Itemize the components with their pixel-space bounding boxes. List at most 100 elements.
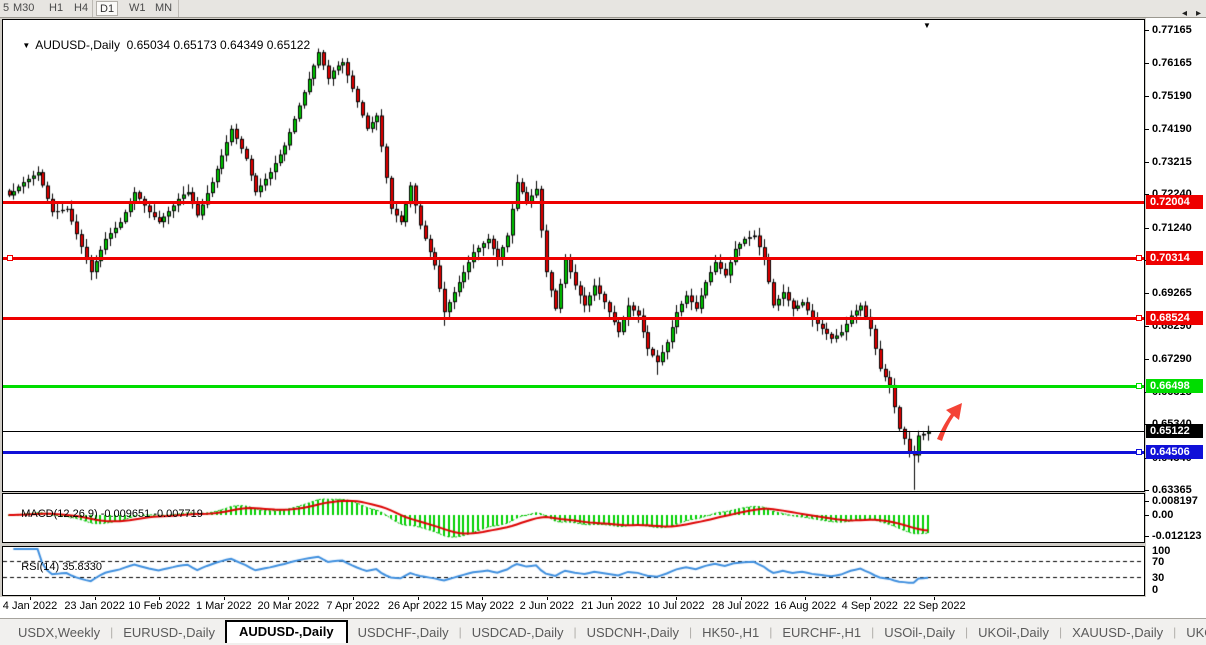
chart-title: ▼ AUDUSD-,Daily 0.65034 0.65173 0.64349 0… xyxy=(9,24,310,66)
price-tick-dash xyxy=(1145,96,1149,97)
macd-tick-label: -0.012123 xyxy=(1152,530,1202,542)
date-label: 2 Jun 2022 xyxy=(520,600,574,612)
chart-tab-bar: USDX,Weekly|EURUSD-,DailyAUDUSD-,DailyUS… xyxy=(0,618,1206,645)
horizontal-level-line[interactable] xyxy=(3,317,1144,320)
timeframe-button-m30[interactable]: M30 xyxy=(10,1,37,16)
price-tick-label: 0.74190 xyxy=(1152,123,1192,135)
date-tick xyxy=(224,597,225,600)
date-axis: 4 Jan 202223 Jan 202210 Feb 20221 Mar 20… xyxy=(0,597,1206,618)
price-line-label: 0.70314 xyxy=(1146,251,1203,265)
macd-tick-label: 0.00 xyxy=(1152,509,1173,521)
macd-tick-label: 0.008197 xyxy=(1152,495,1198,507)
date-tick xyxy=(418,597,419,600)
date-label: 10 Feb 2022 xyxy=(128,600,190,612)
price-line-label: 0.66498 xyxy=(1146,379,1203,393)
price-tick-label: 0.76165 xyxy=(1152,57,1192,69)
date-tick xyxy=(159,597,160,600)
line-handle[interactable] xyxy=(1136,383,1142,389)
timeframe-button-w1[interactable]: W1 xyxy=(126,1,149,16)
timeframe-button-h1[interactable]: H1 xyxy=(46,1,66,16)
chart-tab-usdcad-daily[interactable]: USDCAD-,Daily xyxy=(462,622,574,643)
price-tick-dash xyxy=(1145,228,1149,229)
tab-scroll-left-icon[interactable]: ◂ xyxy=(1182,8,1187,19)
date-tick xyxy=(870,597,871,600)
rsi-tick-label: 0 xyxy=(1152,584,1158,596)
price-tick-label: 0.67290 xyxy=(1152,353,1192,365)
date-label: 28 Jul 2022 xyxy=(712,600,769,612)
price-tick-dash xyxy=(1145,129,1149,130)
macd-values: -0.009651 -0.007719 xyxy=(101,508,203,520)
price-line-label: 0.65122 xyxy=(1146,424,1203,438)
chart-symbol-label: AUDUSD-,Daily xyxy=(35,38,120,52)
date-tick xyxy=(741,597,742,600)
price-line-label: 0.68524 xyxy=(1146,311,1203,325)
price-tick-dash xyxy=(1145,359,1149,360)
price-chart-canvas[interactable] xyxy=(3,20,1144,491)
price-tick-dash xyxy=(1145,30,1149,31)
date-tick xyxy=(934,597,935,600)
timeframe-button-mn[interactable]: MN xyxy=(152,1,175,16)
date-label: 23 Jan 2022 xyxy=(64,600,125,612)
date-tick xyxy=(676,597,677,600)
chart-tab-usoil-daily[interactable]: USOil-,Daily xyxy=(874,622,965,643)
chart-tab-eurusd-daily[interactable]: EURUSD-,Daily xyxy=(113,622,225,643)
chart-tab-usdcnh-daily[interactable]: USDCNH-,Daily xyxy=(577,622,689,643)
date-label: 4 Sep 2022 xyxy=(842,600,898,612)
price-tick-label: 0.77165 xyxy=(1152,24,1192,36)
date-label: 10 Jul 2022 xyxy=(648,600,705,612)
horizontal-level-line[interactable] xyxy=(3,451,1144,454)
rsi-value: 35.8330 xyxy=(62,561,102,573)
horizontal-level-line[interactable] xyxy=(3,201,1144,204)
date-label: 16 Aug 2022 xyxy=(774,600,836,612)
symbol-dropdown-icon[interactable]: ▼ xyxy=(22,41,30,50)
price-tick-label: 0.73215 xyxy=(1152,156,1192,168)
timeframe-toolbar: 5M30H1H4D1W1MN xyxy=(0,0,1206,18)
price-line-label: 0.72004 xyxy=(1146,195,1203,209)
date-tick xyxy=(547,597,548,600)
line-handle[interactable] xyxy=(1136,255,1142,261)
chart-tab-ukoil-da[interactable]: UKOil-,Da xyxy=(1176,622,1206,643)
date-tick xyxy=(805,597,806,600)
rsi-canvas[interactable] xyxy=(3,547,1144,595)
date-tick xyxy=(353,597,354,600)
horizontal-level-line[interactable] xyxy=(3,257,1144,260)
toolbar-separator xyxy=(92,0,93,17)
chart-tab-xauusd-daily[interactable]: XAUUSD-,Daily xyxy=(1062,622,1173,643)
tab-scroll-right-icon[interactable]: ▸ xyxy=(1196,8,1201,19)
price-chart-panel: ▼ AUDUSD-,Daily 0.65034 0.65173 0.64349 0… xyxy=(2,19,1145,492)
price-tick-label: 0.69265 xyxy=(1152,287,1192,299)
date-label: 7 Apr 2022 xyxy=(326,600,379,612)
chart-tab-hk50-h1[interactable]: HK50-,H1 xyxy=(692,622,769,643)
line-handle[interactable] xyxy=(1136,449,1142,455)
price-tick-label: 0.71240 xyxy=(1152,222,1192,234)
price-tick-dash xyxy=(1145,326,1149,327)
price-tick-dash xyxy=(1145,490,1149,491)
date-label: 20 Mar 2022 xyxy=(258,600,320,612)
timeframe-button-d1[interactable]: D1 xyxy=(96,1,118,16)
horizontal-level-line[interactable] xyxy=(3,385,1144,388)
macd-tick-dash xyxy=(1145,536,1149,537)
mt4-terminal-window: { "toolbar": { "timeframes": [ {"label":… xyxy=(0,0,1206,645)
date-tick xyxy=(482,597,483,600)
date-tick xyxy=(30,597,31,600)
timeframe-button-h4[interactable]: H4 xyxy=(71,1,91,16)
macd-label: MACD(12,26,9) -0.009651 -0.007719 xyxy=(9,496,203,532)
last-bar-shift-marker-icon[interactable]: ▼ xyxy=(923,22,931,30)
toolbar-separator xyxy=(178,0,179,17)
rsi-indicator-panel: RSI(14) 35.8330 xyxy=(2,546,1145,596)
price-tick-dash xyxy=(1145,63,1149,64)
chart-ohlc-values: 0.65034 0.65173 0.64349 0.65122 xyxy=(127,38,311,52)
chart-tab-eurchf-h1[interactable]: EURCHF-,H1 xyxy=(772,622,871,643)
date-label: 22 Sep 2022 xyxy=(903,600,965,612)
date-tick xyxy=(611,597,612,600)
chart-tab-audusd-daily[interactable]: AUDUSD-,Daily xyxy=(225,620,348,643)
line-handle[interactable] xyxy=(1136,315,1142,321)
chart-tab-usdx-weekly[interactable]: USDX,Weekly xyxy=(8,622,110,643)
chart-tab-ukoil-daily[interactable]: UKOil-,Daily xyxy=(968,622,1059,643)
chart-tab-usdchf-daily[interactable]: USDCHF-,Daily xyxy=(348,622,459,643)
current-price-line[interactable] xyxy=(3,431,1144,432)
macd-tick-dash xyxy=(1145,515,1149,516)
line-handle[interactable] xyxy=(7,255,13,261)
rsi-tick-label: 30 xyxy=(1152,572,1164,584)
rsi-tick-label: 70 xyxy=(1152,556,1164,568)
